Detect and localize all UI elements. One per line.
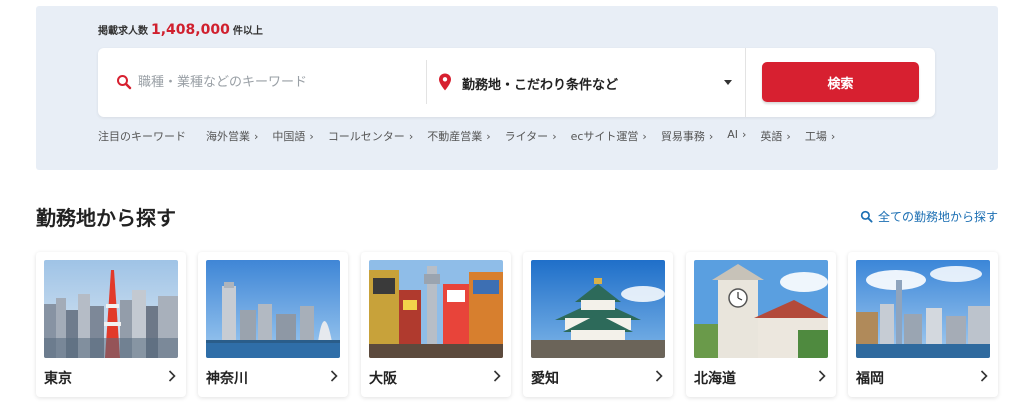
keyword-link[interactable]: 海外営業 › <box>206 128 258 144</box>
chevron-right-icon <box>818 370 826 382</box>
keyword-link[interactable]: 不動産営業 › <box>427 128 490 144</box>
keyword-input[interactable] <box>138 68 418 96</box>
chevron-right-icon: › <box>552 130 557 143</box>
chevron-right-icon: › <box>309 130 314 143</box>
keyword-link[interactable]: ecサイト運営 › <box>571 128 647 144</box>
caret-down-icon <box>724 80 732 85</box>
chevron-right-icon: › <box>708 130 714 143</box>
chevron-right-icon: › <box>742 128 747 141</box>
city-name: 神奈川 <box>206 371 248 387</box>
keyword-link[interactable]: 貿易事務 › <box>661 128 713 144</box>
location-card-hokkaido[interactable]: 北海道 <box>686 252 836 397</box>
featured-keywords: 注目のキーワード 海外営業 › 中国語 › コールセンター › 不動産営業 › ライター… <box>98 128 849 144</box>
location-select[interactable]: 勤務地・こだわり条件など <box>438 60 740 104</box>
all-locations-link-label: 全ての勤務地から探す <box>877 210 998 224</box>
city-name: 福岡 <box>856 371 884 387</box>
keyword-link-label: ecサイト運営 <box>570 130 639 143</box>
hokkaido-photo <box>694 260 828 358</box>
keyword-link-label: 貿易事務 <box>660 130 705 143</box>
chevron-right-icon: › <box>786 130 791 143</box>
chevron-right-icon <box>980 370 988 382</box>
keyword-link[interactable]: ライター › <box>505 128 557 144</box>
city-name: 愛知 <box>531 371 559 387</box>
search-button[interactable]: 検索 <box>762 62 919 102</box>
chevron-right-icon: › <box>642 130 647 143</box>
divider <box>426 60 427 104</box>
keyword-link[interactable]: AI › <box>727 128 746 144</box>
all-locations-link[interactable]: 全ての勤務地から探す <box>860 208 998 225</box>
keyword-link[interactable]: コールセンター › <box>328 128 413 144</box>
location-card-fukuoka[interactable]: 福岡 <box>848 252 998 397</box>
keyword-link[interactable]: 英語 › <box>760 128 790 144</box>
location-pin-icon <box>439 73 451 91</box>
chevron-right-icon: › <box>254 130 259 143</box>
chevron-right-icon: › <box>486 130 491 143</box>
keyword-link[interactable]: 工場 › <box>805 128 835 144</box>
search-panel: 掲載求人数1,408,000件以上 勤務地・こだわり条件など 検索 注目のキーワ… <box>36 6 998 170</box>
keyword-link-label: コールセンター <box>327 130 405 143</box>
chevron-right-icon: › <box>830 130 836 143</box>
chevron-right-icon <box>168 370 176 382</box>
location-card-osaka[interactable]: 大阪 <box>361 252 511 397</box>
osaka-photo <box>369 260 503 358</box>
keyword-link-label: AI <box>727 128 739 141</box>
city-name: 北海道 <box>694 371 736 387</box>
kanagawa-photo <box>206 260 340 358</box>
tokyo-photo <box>44 260 178 358</box>
aichi-photo <box>531 260 665 358</box>
chevron-right-icon: › <box>408 130 414 143</box>
listing-count-value: 1,408,000 <box>151 22 230 38</box>
location-select-label: 勤務地・こだわり条件など <box>462 78 619 93</box>
location-cards: 東京 神奈川 大阪 愛知 北海道 福岡 <box>36 252 998 398</box>
keyword-link-label: 英語 <box>760 130 783 143</box>
keyword-link-label: 工場 <box>804 130 827 143</box>
listing-count-suffix: 件以上 <box>232 26 263 37</box>
search-icon <box>860 210 873 223</box>
chevron-right-icon <box>655 370 663 382</box>
search-box: 勤務地・こだわり条件など 検索 <box>98 48 935 117</box>
city-name: 東京 <box>44 371 72 387</box>
fukuoka-photo <box>856 260 990 358</box>
search-icon <box>117 75 132 90</box>
keyword-link-label: 海外営業 <box>206 130 250 143</box>
listing-count-label: 掲載求人数 <box>98 26 148 37</box>
section-title: 勤務地から探す <box>36 206 176 230</box>
keyword-link-label: 不動産営業 <box>427 130 483 143</box>
location-card-aichi[interactable]: 愛知 <box>523 252 673 397</box>
keyword-link-label: 中国語 <box>272 130 306 143</box>
chevron-right-icon <box>493 370 501 382</box>
divider <box>745 48 746 117</box>
location-card-tokyo[interactable]: 東京 <box>36 252 186 397</box>
featured-keywords-title: 注目のキーワード <box>98 130 186 143</box>
keyword-link[interactable]: 中国語 › <box>272 128 313 144</box>
location-card-kanagawa[interactable]: 神奈川 <box>198 252 348 397</box>
chevron-right-icon <box>330 370 338 382</box>
city-name: 大阪 <box>369 371 397 387</box>
keyword-link-label: ライター <box>504 130 549 143</box>
listing-count: 掲載求人数 1,408,000 件以上 <box>98 22 263 38</box>
